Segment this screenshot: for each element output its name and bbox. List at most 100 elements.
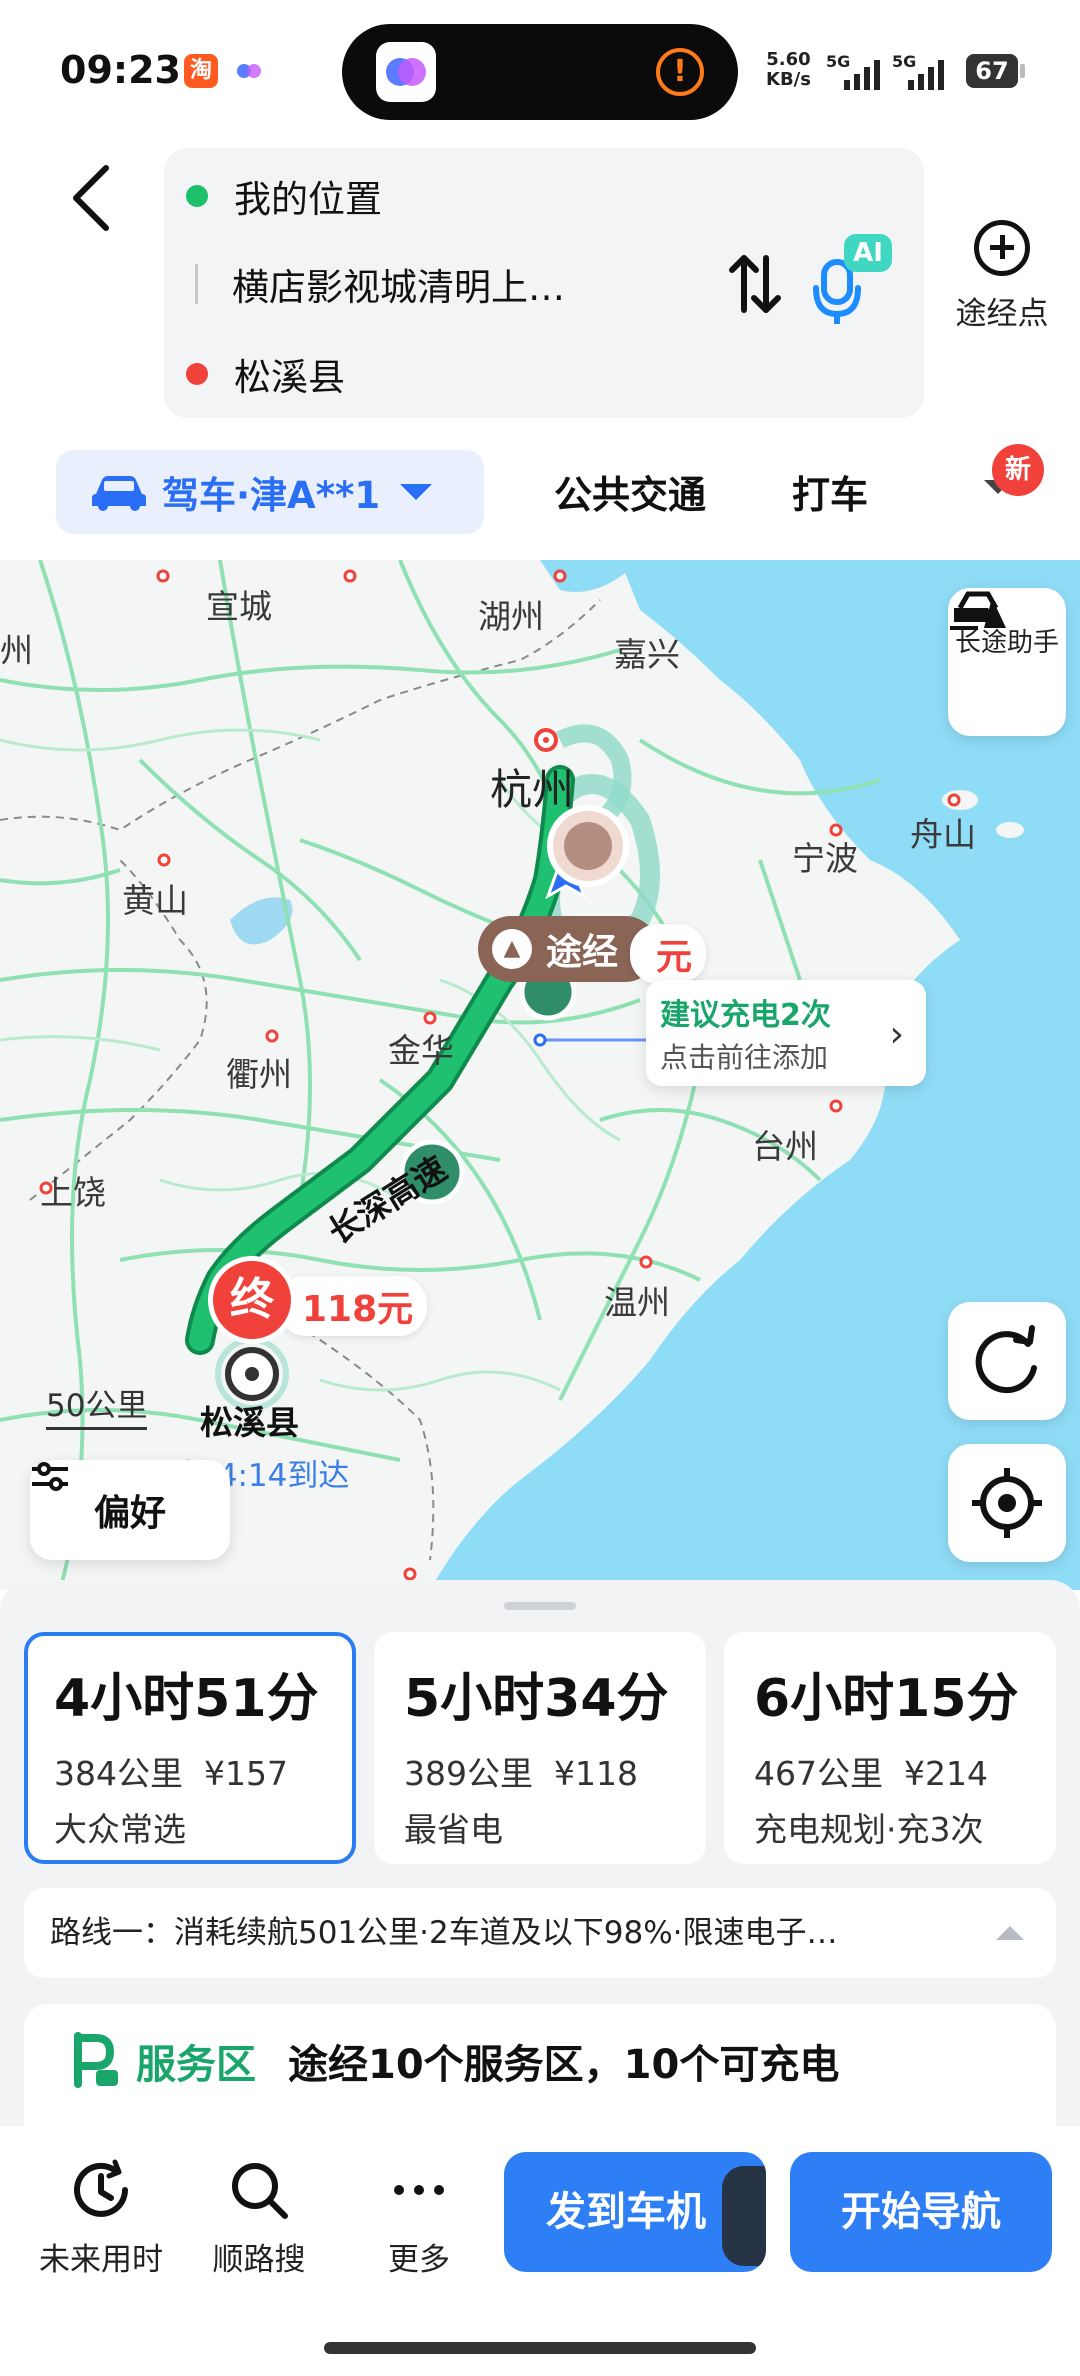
city-label: 州 [0,631,33,670]
destination-dot-icon [186,363,208,385]
tab-drive[interactable]: 驾车·津A**1 [56,450,484,534]
more-label: 更多 [388,2242,450,2278]
destination-label: 松溪县 [234,356,345,399]
route-distance: 467公里 [754,1754,883,1793]
end-marker[interactable]: 终 [208,1256,296,1344]
sliders-icon [32,1462,68,1491]
city-label: 嘉兴 [614,635,680,674]
map-scale: 50公里 [46,1380,148,1430]
signal-bars-icon [844,60,880,90]
net-speed-unit: KB/s [766,69,811,90]
origin-row[interactable]: 我的位置 [186,166,382,226]
origin-label: 我的位置 [234,178,382,221]
more-dots-icon [394,2185,444,2195]
route-cost: ¥118 [553,1754,638,1793]
dynamic-island[interactable]: ! [342,24,738,120]
home-indicator[interactable] [324,2342,756,2354]
along-search-button[interactable]: 顺路搜 [184,2156,334,2279]
chevron-right-icon: › [889,1014,904,1055]
route-option-3[interactable]: 6小时15分 467公里 ¥214 充电规划·充3次 [724,1632,1056,1864]
car-icon [92,476,146,511]
send-to-car-label: 发到车机 [546,2189,706,2235]
net-speed: 5.60 KB/s [766,50,811,90]
caret-down-icon [400,484,433,500]
battery-indicator: 67 [966,54,1018,88]
drive-mode-label: 驾车·津A**1 [162,474,381,517]
route-tag: 充电规划·充3次 [754,1810,984,1849]
destination-row[interactable]: 松溪县 [186,344,345,404]
caret-up-icon [996,1926,1024,1940]
new-badge: 新 [992,444,1044,496]
add-waypoint-label: 途经点 [955,296,1049,332]
route-meta: 389公里 ¥118 [404,1747,706,1795]
route-meta: 467公里 ¥214 [754,1747,1056,1795]
tab-transit[interactable]: 公共交通 [554,464,706,519]
route-meta: 384公里 ¥157 [54,1747,352,1795]
start-navigation-button[interactable]: 开始导航 [790,2152,1052,2272]
via-divider [195,264,198,304]
car-speed-icon [950,591,1006,630]
route-distance: 384公里 [54,1754,183,1793]
route-description-bar[interactable]: 路线一：消耗续航501公里·2车道及以下98%·限速电子… [24,1888,1056,1978]
add-waypoint-button[interactable]: 途经点 [940,220,1064,350]
map-view[interactable]: 宣城 湖州 嘉兴 杭州 舟山 宁波 黄山 金华 衢州 台州 上饶 温州 州 松溪… [0,560,1080,1590]
route-time: 4小时51分 [54,1669,319,1729]
preference-label: 偏好 [93,1493,166,1534]
chevron-left-icon [73,165,109,231]
locate-me-button[interactable] [948,1444,1066,1562]
route-tag: 最省电 [404,1810,503,1849]
route-time: 6小时15分 [754,1669,1019,1729]
future-time-button[interactable]: 未来用时 [26,2156,176,2279]
city-label: 湖州 [478,597,544,636]
taobao-icon: 淘 [184,54,218,88]
origin-dot-icon [186,185,208,207]
swap-button[interactable] [724,244,784,324]
ai-badge: AI [844,234,892,272]
car-device-icon [722,2166,766,2266]
charge-suggestion-card[interactable]: 建议充电2次 点击前往添加 › [646,980,926,1086]
city-label-hangzhou: 杭州 [490,765,575,814]
via-chip-label: 途经 [546,932,619,973]
service-area-summary: 途经10个服务区，10个可充电 [288,2042,840,2088]
route-description: 路线一：消耗续航501公里·2车道及以下98%·限速电子… [50,1915,838,1951]
parking-service-icon [74,2032,118,2088]
city-label: 上饶 [40,1173,106,1212]
route-distance: 389公里 [404,1754,533,1793]
city-label: 金华 [388,1031,454,1070]
future-time-label: 未来用时 [39,2242,163,2278]
refresh-icon [975,1325,1037,1394]
city-label: 宣城 [206,587,272,626]
city-label: 衢州 [226,1055,292,1094]
route-time: 5小时34分 [404,1669,669,1729]
city-label-songxi: 松溪县 [200,1403,299,1442]
city-label: 温州 [604,1283,670,1322]
route-cost: ¥157 [203,1754,288,1793]
alert-icon: ! [656,48,704,96]
more-button[interactable]: 更多 [344,2156,494,2279]
refresh-button[interactable] [948,1302,1066,1420]
swap-arrows-icon [729,255,781,313]
island-app-icon [376,42,436,102]
service-area-label: 服务区 [136,2042,256,2088]
send-to-car-button[interactable]: 发到车机 [504,2152,766,2272]
toll-station-icon: ▲ [492,929,532,969]
preference-button[interactable]: 偏好 [30,1460,230,1560]
crosshair-icon [972,1468,1042,1538]
waypoint-row[interactable]: 横店影视城清明上… [186,254,565,314]
along-search-label: 顺路搜 [212,2242,306,2278]
long-trip-assistant-button[interactable]: 长途助手 [948,588,1066,736]
city-label: 台州 [752,1127,818,1166]
clock-icon [74,2159,128,2217]
waypoint-label: 横店影视城清明上… [232,266,565,309]
route-option-1[interactable]: 4小时51分 384公里 ¥157 大众常选 [24,1632,356,1864]
end-price-tag: 118元 [278,1276,428,1336]
tab-taxi[interactable]: 打车 [792,464,868,519]
route-input-box: 我的位置 横店影视城清明上… 松溪县 AI [164,148,924,418]
route-option-2[interactable]: 5小时34分 389公里 ¥118 最省电 [374,1632,706,1864]
battery-tip [1020,64,1025,78]
city-label: 黄山 [122,881,188,920]
plus-circle-icon [974,220,1030,276]
sheet-drag-handle[interactable] [504,1602,576,1610]
route-tag: 大众常选 [54,1810,186,1849]
back-button[interactable] [62,158,122,238]
